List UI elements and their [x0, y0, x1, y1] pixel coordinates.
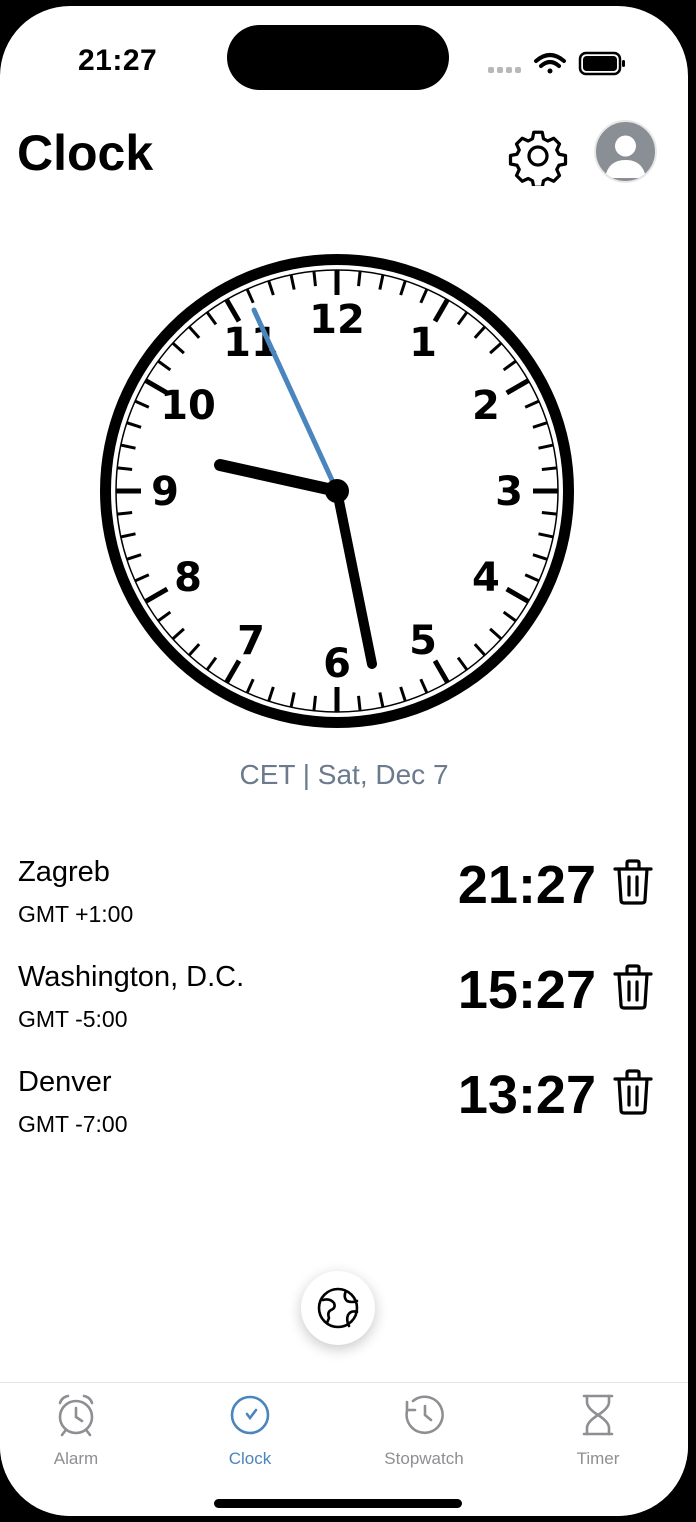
globe-icon	[317, 1287, 359, 1329]
clock-center-cap	[325, 479, 349, 503]
status-time: 21:27	[78, 44, 158, 77]
minute-tick	[117, 466, 133, 471]
tab-stopwatch[interactable]: Stopwatch	[337, 1383, 511, 1483]
clock-numeral: 5	[409, 618, 437, 664]
tab-alarm[interactable]: Alarm	[0, 1383, 163, 1483]
minute-tick	[357, 271, 362, 287]
minute-tick	[117, 511, 133, 516]
world-clock-row[interactable]: Washington, D.C. GMT -5:00 15:27	[0, 960, 688, 1061]
clock-numeral: 10	[160, 383, 216, 429]
trash-icon[interactable]	[612, 858, 654, 906]
city-time: 15:27	[457, 960, 596, 1020]
city-name: Zagreb	[18, 856, 110, 888]
analog-clock: 121234567891011	[100, 254, 574, 728]
city-time: 21:27	[457, 855, 596, 915]
person-icon	[605, 135, 646, 178]
clock-numeral: 12	[309, 297, 365, 343]
clock-numeral: 8	[174, 555, 202, 601]
world-clock-row[interactable]: Denver GMT -7:00 13:27	[0, 1065, 688, 1166]
tab-label: Clock	[228, 1449, 272, 1468]
minute-tick	[541, 511, 557, 516]
timezone-date-label: CET | Sat, Dec 7	[239, 759, 449, 790]
cellular-signal-icon	[488, 67, 521, 73]
stopwatch-icon	[405, 1395, 444, 1435]
tab-label: Stopwatch	[384, 1449, 464, 1468]
alarm-icon	[58, 1394, 94, 1437]
city-offset: GMT -5:00	[18, 1006, 128, 1032]
minute-tick	[312, 695, 317, 711]
clock-numeral: 6	[323, 641, 351, 687]
tab-bar: Alarm Clock Stopwatch Timer	[0, 1382, 688, 1516]
screen: 21:27 Clock 12 1 2 3 4 5 6 7 8 9 10 11 C…	[0, 6, 688, 1516]
city-name: Denver	[18, 1066, 112, 1098]
city-offset: GMT -7:00	[18, 1111, 128, 1137]
status-icons	[488, 51, 625, 76]
hourglass-icon	[582, 1394, 614, 1436]
dynamic-island	[227, 25, 449, 90]
avatar[interactable]	[594, 120, 657, 183]
minute-tick	[312, 271, 317, 287]
tab-timer[interactable]: Timer	[511, 1383, 685, 1483]
clock-numeral: 4	[472, 555, 500, 601]
city-time: 13:27	[457, 1065, 596, 1125]
page-title: Clock	[17, 125, 154, 181]
add-city-button[interactable]	[301, 1271, 375, 1345]
battery-icon	[578, 51, 625, 76]
city-name: Washington, D.C.	[18, 961, 245, 993]
clock-numeral: 9	[151, 469, 179, 515]
tab-clock[interactable]: Clock	[163, 1383, 337, 1483]
clock-numeral: 2	[472, 383, 500, 429]
clock-numeral: 1	[409, 320, 437, 366]
tab-label: Alarm	[53, 1449, 99, 1468]
minute-tick	[357, 695, 362, 711]
gear-icon[interactable]	[508, 126, 568, 186]
home-indicator	[214, 1499, 462, 1508]
clock-icon	[230, 1395, 270, 1435]
city-offset: GMT +1:00	[18, 901, 134, 927]
wifi-icon	[534, 53, 566, 74]
clock-numeral: 7	[237, 618, 265, 664]
trash-icon[interactable]	[612, 1068, 654, 1116]
phone-frame: 21:27 Clock 12 1 2 3 4 5 6 7 8 9 10 11 C…	[0, 0, 696, 1522]
clock-numeral: 3	[495, 469, 523, 515]
minute-tick	[541, 466, 557, 471]
tab-label: Timer	[576, 1449, 620, 1468]
world-clock-row[interactable]: Zagreb GMT +1:00 21:27	[0, 855, 688, 956]
trash-icon[interactable]	[612, 963, 654, 1011]
